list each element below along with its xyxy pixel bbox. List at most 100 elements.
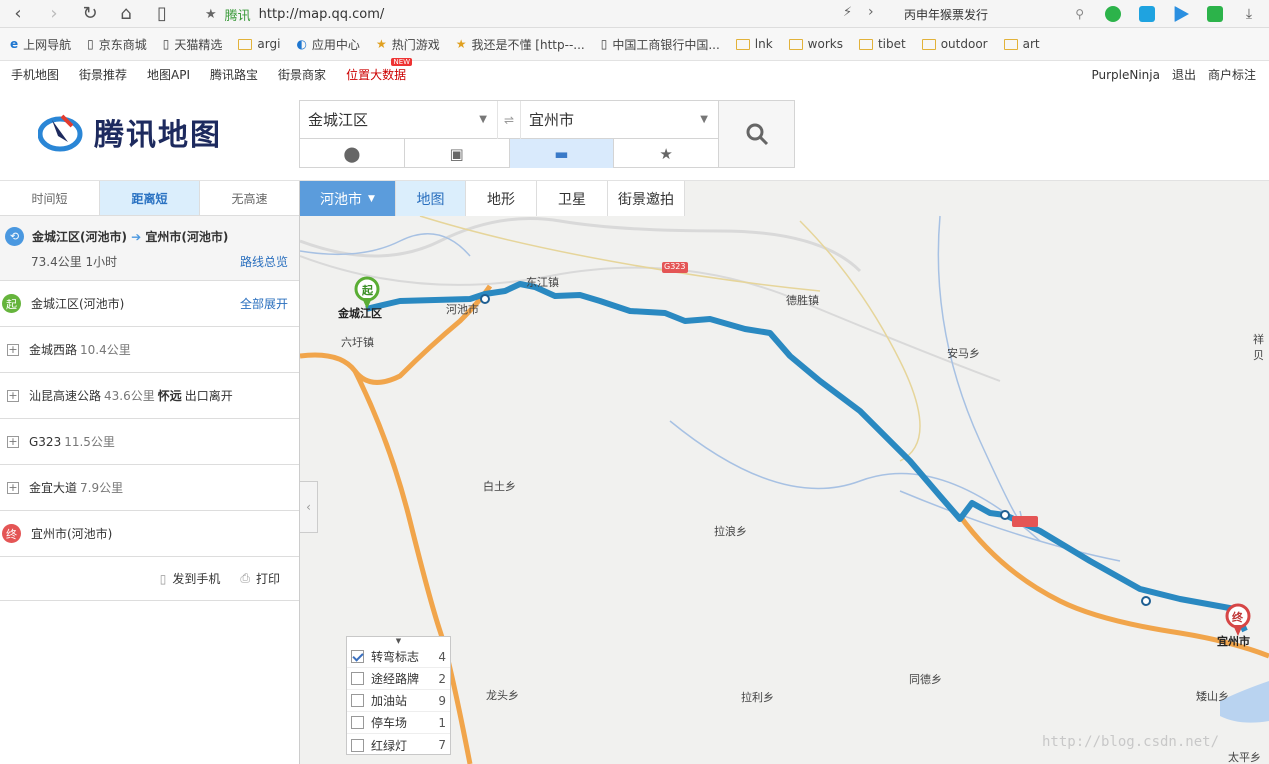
mode-drive[interactable]: ▬ (509, 139, 615, 168)
bookmark-item[interactable]: ▯ 中国工商银行中国... (601, 36, 720, 53)
map-canvas[interactable]: 起 终 G323 金城江区 河池市 东江镇 德胜镇 六圩镇 安马乡 祥贝 白土乡… (300, 181, 1269, 764)
ie-icon: e (10, 37, 19, 51)
address-bar[interactable]: ★ 腾讯 http://map.qq.com/ (205, 0, 384, 28)
city-selector[interactable]: 河池市 ▼ (300, 181, 396, 216)
print-button[interactable]: ⎙ 打印 (240, 570, 280, 587)
collapse-panel-button[interactable]: ‹ (300, 481, 318, 533)
mode-transit[interactable]: ▣ (405, 139, 510, 168)
chevron-down-icon[interactable]: ▼ (347, 637, 450, 646)
swap-icon[interactable]: ⇌ (497, 101, 521, 139)
back-icon[interactable]: ‹ (0, 0, 36, 28)
nav-lubao[interactable]: 腾讯路宝 (210, 66, 258, 83)
route-info: 73.4公里 1小时 (31, 255, 118, 269)
lightning-icon[interactable]: ⚡ (843, 5, 852, 20)
checkbox[interactable] (351, 672, 364, 685)
new-badge: NEW (391, 58, 413, 66)
download-icon[interactable]: ⤓ (1241, 6, 1257, 22)
layer-turn-signs[interactable]: 转弯标志 4 (347, 646, 450, 668)
route-icon: ⟲ (5, 227, 24, 246)
tab-terrain[interactable]: 地形 (466, 181, 537, 216)
logo[interactable]: 腾讯地图 (37, 110, 222, 154)
user-name[interactable]: PurpleNinja (1091, 68, 1160, 82)
bookmark-folder[interactable]: outdoor (921, 37, 988, 51)
bookmark-item[interactable]: ▯ 京东商城 (87, 36, 147, 53)
wechat-icon[interactable] (1105, 6, 1121, 22)
nav-map-api[interactable]: 地图API (147, 66, 190, 83)
plus-icon[interactable]: + (7, 435, 19, 448)
mode-place[interactable]: ⬤ (300, 139, 405, 168)
nav-location-bigdata[interactable]: 位置大数据 NEW (346, 58, 413, 83)
play-icon[interactable] (1174, 6, 1189, 22)
bookmark-item[interactable]: ★ 我还是不懂 [http--... (456, 36, 585, 53)
send-to-phone-button[interactable]: ▯ 发到手机 (160, 570, 221, 587)
step-item[interactable]: + 汕昆高速公路 43.6公里 怀远 出口离开 (0, 373, 299, 419)
chevron-down-icon[interactable]: ▼ (479, 114, 487, 125)
tab-time-short[interactable]: 时间短 (0, 181, 100, 215)
bookmark-item[interactable]: ◐ 应用中心 (296, 36, 360, 53)
phone-icon: ▯ (159, 571, 167, 586)
bus-icon[interactable] (1207, 6, 1223, 22)
route-search-button[interactable] (719, 100, 795, 168)
checkbox[interactable] (351, 738, 364, 752)
start-marker-label: 起 (362, 284, 373, 297)
checkbox[interactable] (351, 650, 364, 663)
site-nav: 手机地图 街景推荐 地图API 腾讯路宝 街景商家 位置大数据 NEW Purpl… (0, 58, 1269, 88)
layer-parking[interactable]: 停车场 1 (347, 712, 450, 734)
bookmark-folder[interactable]: works (788, 37, 843, 51)
bookmark-item[interactable]: ★ 热门游戏 (376, 36, 440, 53)
browser-search-input[interactable]: 丙申年猴票发行 ⚲ (898, 3, 1090, 25)
reader-icon[interactable]: ▯ (144, 0, 180, 28)
home-icon[interactable]: ⌂ (108, 0, 144, 28)
route-from-input[interactable]: 金城江区 ▼ (300, 101, 497, 138)
step-item[interactable]: + 金宜大道 7.9公里 (0, 465, 299, 511)
plus-icon[interactable]: + (7, 343, 19, 356)
nav-streetview[interactable]: 街景推荐 (79, 66, 127, 83)
search-icon[interactable]: ⚲ (1075, 7, 1084, 21)
chevron-down-icon: ▼ (368, 193, 375, 204)
folder-icon (1003, 38, 1018, 50)
chevron-right-icon[interactable]: › (868, 4, 874, 20)
route-to-input[interactable]: 宜州市 ▼ (521, 101, 718, 138)
url-text[interactable]: http://map.qq.com/ (259, 7, 385, 22)
layer-road-signs[interactable]: 途经路牌 2 (347, 668, 450, 690)
reload-icon[interactable]: ↻ (72, 0, 108, 28)
step-item[interactable]: + 金城西路 10.4公里 (0, 327, 299, 373)
place-label: 德胜镇 (786, 294, 819, 307)
tab-satellite[interactable]: 卫星 (537, 181, 608, 216)
folder-icon (238, 38, 253, 50)
bookmark-item[interactable]: ▯ 天猫精选 (163, 36, 223, 53)
checkbox[interactable] (351, 716, 364, 729)
tab-no-highway[interactable]: 无高速 (200, 181, 299, 215)
plus-icon[interactable]: + (7, 481, 19, 494)
layer-gas-stations[interactable]: 加油站 9 (347, 690, 450, 712)
route-summary: ⟲ 金城江区(河池市) ➔ 宜州市(河池市) 73.4公里 1小时 路线总览 (0, 216, 299, 281)
plus-icon[interactable]: + (7, 389, 19, 402)
expand-all-link[interactable]: 全部展开 (240, 295, 288, 312)
step-start[interactable]: 起 金城江区(河池市) 全部展开 (0, 281, 299, 327)
forward-icon[interactable]: › (36, 0, 72, 28)
merchant-link[interactable]: 商户标注 (1208, 66, 1256, 83)
bookmark-folder[interactable]: lnk (735, 37, 773, 51)
star-icon[interactable]: ★ (205, 7, 217, 22)
nav-streetview-merchant[interactable]: 街景商家 (278, 66, 326, 83)
layer-panel: ▼ 转弯标志 4 途经路牌 2 加油站 9 停车场 1 红绿灯 7 (346, 636, 451, 755)
place-label: 安马乡 (947, 347, 980, 360)
step-end[interactable]: 终 宜州市(河池市) (0, 511, 299, 557)
place-label: 祥贝 (1253, 333, 1264, 362)
checkbox[interactable] (351, 694, 364, 707)
logout-link[interactable]: 退出 (1172, 66, 1196, 83)
step-item[interactable]: + G323 11.5公里 (0, 419, 299, 465)
layer-traffic-lights[interactable]: 红绿灯 7 (347, 734, 450, 756)
tablet-icon[interactable] (1139, 6, 1155, 22)
route-overview-link[interactable]: 路线总览 (240, 253, 288, 270)
tab-distance-short[interactable]: 距离短 (100, 181, 200, 215)
bookmark-folder[interactable]: art (1003, 37, 1040, 51)
nav-mobile-map[interactable]: 手机地图 (11, 66, 59, 83)
chevron-down-icon[interactable]: ▼ (700, 114, 708, 125)
bookmark-folder[interactable]: argi (238, 37, 280, 51)
tab-streetview-invite[interactable]: 街景邀拍 (608, 181, 685, 216)
mode-favorite[interactable]: ★ (614, 139, 718, 168)
bookmark-folder[interactable]: tibet (858, 37, 906, 51)
tab-map[interactable]: 地图 (396, 181, 466, 216)
bookmark-item[interactable]: e 上网导航 (10, 36, 71, 53)
